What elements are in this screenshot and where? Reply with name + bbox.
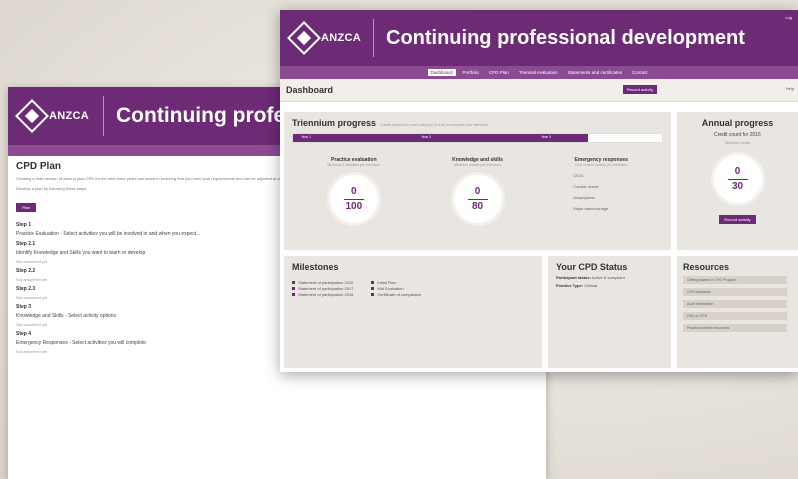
dashboard-window: ANZCA Continuing professional developmen… (280, 10, 798, 372)
practice-gauge: 0 100 (329, 175, 378, 223)
practice-evaluation: Practice evaluation Minimum 2 activities… (292, 157, 416, 223)
triennium-progress-bar: Year 1 Year 2 Year 3 (292, 133, 663, 143)
emergency-responses: Emergency responses One of each activity… (539, 157, 663, 223)
record-activity-button[interactable]: Record activity (623, 85, 658, 94)
milestone-item[interactable]: Statement of participation 2018 (292, 292, 353, 298)
bullet-icon (371, 293, 375, 297)
plan-button[interactable]: Plan (16, 203, 37, 212)
knowledge-gauge: 0 80 (453, 175, 502, 223)
status-value: Clinical (584, 283, 598, 288)
milestone-label: Statement of participation 2017 (298, 286, 354, 291)
status-value: Active & compliant (591, 275, 625, 280)
status-row: Participant status: Active & compliant (556, 275, 663, 280)
anzca-logo[interactable]: ANZCA (280, 21, 361, 55)
gauge-value: 0 (734, 165, 741, 177)
anzca-logo[interactable]: ANZCA (8, 99, 89, 133)
help-link[interactable]: Help (786, 86, 794, 91)
emergency-item[interactable]: Major haemorrhage (573, 206, 663, 211)
emergency-list: CICO Cardiac arrest Anaphylaxis Major ha… (573, 173, 663, 211)
nav-portfolio[interactable]: Portfolio (460, 69, 483, 76)
emergency-item[interactable]: CICO (573, 173, 663, 178)
resource-link[interactable]: Audit information (683, 300, 787, 308)
logo-text: ANZCA (321, 32, 361, 44)
milestone-label: Initial Plan (377, 280, 396, 285)
milestone-label: Statement of participation 2016 (298, 280, 354, 285)
emergency-subtitle: One of each activity per triennium (575, 163, 628, 167)
bullet-icon (371, 287, 375, 291)
resource-link[interactable]: FAQ on CPD (683, 312, 787, 320)
nav-dashboard[interactable]: Dashboard (427, 69, 456, 76)
year-label: Year 2 (421, 135, 431, 139)
status-title: Your CPD Status (556, 262, 628, 272)
gauge-target: 30 (731, 180, 744, 192)
status-key: Practice Type: (556, 283, 584, 288)
milestone-label: Certificate of compliance (377, 292, 422, 297)
page-title: Continuing professional development (386, 26, 745, 49)
gauge-target: 80 (471, 200, 484, 212)
header-divider (373, 19, 374, 57)
front-nav: Dashboard Portfolio CPD Plan Triennial e… (280, 66, 798, 79)
header-divider (103, 96, 104, 136)
milestone-item[interactable]: Certificate of compliance (371, 292, 421, 298)
knowledge-skills: Knowledge and skills Minimum credits per… (416, 157, 540, 223)
status-row: Practice Type: Clinical (556, 283, 663, 288)
triennium-subtitle: Credits required for each category in or… (380, 123, 488, 127)
gauge-divider (467, 198, 488, 200)
annual-subtitle-2: Minimum credits (724, 141, 751, 145)
bullet-icon (292, 293, 295, 297)
triennium-progress-panel: Triennium progress Credits required for … (284, 112, 671, 250)
resources-title: Resources (683, 262, 730, 272)
milestone-label: Mid Evaluation (377, 286, 404, 291)
knowledge-subtitle: Minimum credits per triennium (454, 163, 501, 167)
resource-link[interactable]: Practice portfolio resources (683, 324, 787, 332)
resource-link[interactable]: Getting started in CPD Program (683, 276, 787, 284)
anzca-logo-icon (15, 99, 49, 133)
nav-statements[interactable]: Statements and certificates (565, 69, 625, 76)
milestones-col-1: Statement of participation 2016 Statemen… (292, 280, 353, 298)
dashboard-bar: Dashboard Record activity Help (280, 79, 798, 102)
status-key: Participant status: (556, 275, 591, 280)
year-label: Year 3 (541, 135, 551, 139)
bullet-icon (292, 287, 295, 291)
year-label: Year 1 (301, 135, 311, 139)
gauge-target: 100 (345, 200, 363, 212)
dashboard-label: Dashboard (286, 85, 334, 95)
login-link[interactable]: Log (785, 15, 792, 20)
resource-link[interactable]: CPD standards (683, 288, 787, 296)
gauge-divider (343, 198, 364, 200)
emergency-item[interactable]: Cardiac arrest (573, 184, 663, 189)
gauge-value: 0 (351, 185, 357, 197)
gauge-value: 0 (474, 185, 481, 197)
anzca-logo-icon (287, 21, 321, 55)
annual-subtitle: Credit count for 2016 (714, 132, 761, 138)
practice-subtitle: Minimum 2 activities per triennium (327, 163, 381, 167)
milestone-label: Statement of participation 2018 (298, 292, 354, 297)
cpd-status-panel: Your CPD Status Participant status: Acti… (548, 256, 671, 368)
annual-title: Annual progress (701, 118, 774, 128)
annual-progress-panel: Annual progress Credit count for 2016 Mi… (677, 112, 798, 250)
bullet-icon (371, 281, 375, 285)
nav-contact[interactable]: Contact (629, 69, 651, 76)
milestones-title: Milestones (292, 262, 339, 272)
emergency-item[interactable]: Anaphylaxis (573, 195, 663, 200)
milestones-panel: Milestones Statement of participation 20… (284, 256, 542, 368)
front-header: ANZCA Continuing professional developmen… (280, 10, 798, 66)
milestones-col-2: Initial Plan Mid Evaluation Certificate … (371, 280, 421, 298)
nav-triennial-evaluation[interactable]: Triennial evaluation (516, 69, 561, 76)
gauge-divider (727, 178, 748, 180)
annual-gauge: 0 30 (713, 155, 762, 203)
resources-panel: Resources Getting started in CPD Program… (677, 256, 798, 368)
annual-record-button[interactable]: Record activity (719, 215, 756, 224)
bullet-icon (292, 281, 295, 285)
nav-cpd-plan[interactable]: CPD Plan (486, 69, 512, 76)
logo-text: ANZCA (49, 110, 89, 122)
triennium-title: Triennium progress (292, 118, 377, 128)
